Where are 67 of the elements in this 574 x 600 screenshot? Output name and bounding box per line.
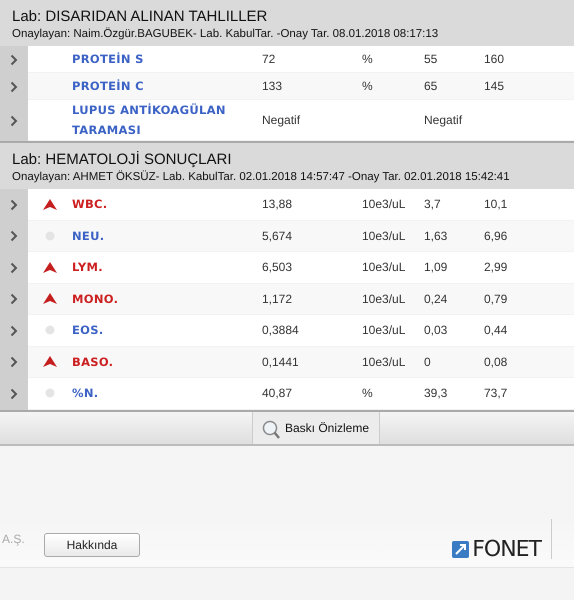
reference-high: 0,79 <box>484 292 508 306</box>
unit-text: % <box>362 79 374 93</box>
company-logo: FONET <box>452 536 541 562</box>
reference-high: 160 <box>484 52 506 66</box>
reference-high: 2,99 <box>484 260 508 274</box>
result-value: 6,503 <box>262 260 294 274</box>
unit-text: 10e3/uL <box>362 228 406 243</box>
reference-low: 0 <box>424 354 432 369</box>
reference-high: 73,7 <box>484 386 508 400</box>
logo-icon <box>452 540 470 558</box>
test-name[interactable]: LUPUS ANTİKOAGÜLAN TARAMASI <box>72 100 262 140</box>
approval-text: Onaylayan: AHMET ÖKSÜZ- Lab. KabulTar. 02.01.2018 14:57:47 -Onay Tar. 02.01.2018 15:42:41 <box>12 171 511 183</box>
unit-text: 10e3/uL <box>362 354 406 369</box>
result-value: 1,172 <box>262 292 294 306</box>
test-name[interactable]: %N. <box>72 383 262 404</box>
reference-low: 3,7 <box>424 197 442 212</box>
test-name[interactable]: MONO. <box>72 288 262 309</box>
test-name[interactable]: BASO. <box>72 352 262 372</box>
unit-text: % <box>362 386 374 400</box>
chevron-icon[interactable] <box>10 54 18 66</box>
test-name[interactable]: EOS. <box>72 320 262 340</box>
about-button[interactable]: Hakkında <box>44 533 140 557</box>
test-name[interactable]: LYM. <box>72 257 262 278</box>
reference-high: 145 <box>484 79 506 93</box>
reference-low: 65 <box>424 79 438 93</box>
test-name[interactable]: NEU. <box>72 226 262 246</box>
unit-text: 10e3/uL <box>362 260 406 274</box>
chevron-icon[interactable] <box>10 114 18 126</box>
result-value: 0,3884 <box>262 323 300 338</box>
chevron-icon[interactable] <box>10 80 18 92</box>
result-value: Negatif <box>262 113 302 127</box>
chevron-icon[interactable] <box>10 230 18 242</box>
reference-low: 0,24 <box>424 292 448 306</box>
reference-low: 0,03 <box>424 323 448 338</box>
section-title: Lab: HEMATOLOJİ SONUÇLARI <box>12 151 233 168</box>
unit-text: 10e3/uL <box>362 292 406 306</box>
test-name[interactable]: PROTEİN C <box>72 76 262 96</box>
reference-high: 10,1 <box>484 197 508 212</box>
result-value: 13,88 <box>262 197 294 212</box>
reference-high: 0,44 <box>484 323 508 338</box>
result-value: 72 <box>262 52 276 66</box>
reference-high: 0,08 <box>484 354 508 369</box>
section-title: Lab: DISARIDAN ALINAN TAHLILLER <box>12 8 268 25</box>
chevron-icon[interactable] <box>10 388 18 400</box>
unit-text: % <box>362 52 374 66</box>
result-value: 5,674 <box>262 228 294 243</box>
test-name[interactable]: WBC. <box>72 194 262 214</box>
company-text: A.Ş. <box>2 532 26 546</box>
reference-low: 39,3 <box>424 386 448 400</box>
reference-low: 55 <box>424 52 438 66</box>
result-value: 0,1441 <box>262 354 300 369</box>
chevron-icon[interactable] <box>10 356 18 368</box>
chevron-icon[interactable] <box>10 293 18 306</box>
approval-text: Onaylayan: Naim.Özgür.BAGUBEK- Lab. KabulTar. -Onay Tar. 08.01.2018 08:17:13 <box>12 28 440 40</box>
reference-high: 6,96 <box>484 228 508 243</box>
chevron-icon[interactable] <box>10 262 18 274</box>
print-preview-button[interactable]: Baskı Önizleme <box>252 412 380 444</box>
unit-text: 10e3/uL <box>362 323 406 338</box>
reference-low: Negatif <box>424 113 464 127</box>
chevron-icon[interactable] <box>10 198 18 211</box>
unit-text: 10e3/uL <box>362 197 406 212</box>
test-name[interactable]: PROTEİN S <box>72 49 262 69</box>
reference-low: 1,09 <box>424 260 448 274</box>
chevron-icon[interactable] <box>10 324 18 337</box>
result-value: 133 <box>262 79 284 93</box>
result-value: 40,87 <box>262 386 294 400</box>
reference-low: 1,63 <box>424 228 448 243</box>
